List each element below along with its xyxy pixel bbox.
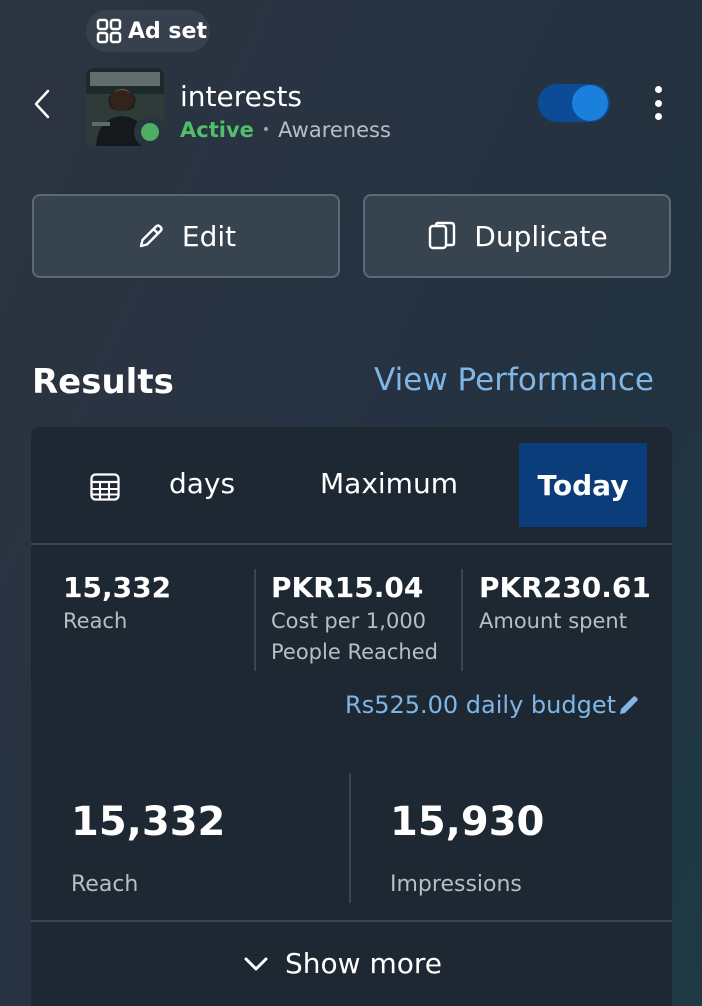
highlight-label: Impressions: [390, 872, 522, 897]
show-more-label: Show more: [285, 947, 442, 980]
metric-label-line1: Cost per 1,000: [271, 609, 427, 633]
toggle-knob: [572, 85, 608, 121]
duplicate-label: Duplicate: [474, 219, 608, 253]
duplicate-button[interactable]: Duplicate: [363, 194, 671, 278]
tab-today[interactable]: Today: [519, 443, 647, 527]
entity-type-pill: Ad set: [86, 10, 210, 52]
metric-divider: [461, 569, 463, 671]
metric-reach: 15,332 Reach: [63, 571, 171, 637]
metric-amount-spent: PKR230.61 Amount spent: [479, 571, 651, 637]
section-divider: [31, 920, 672, 922]
metric-value: 15,332: [63, 571, 172, 604]
ad-set-name: interests: [180, 80, 303, 113]
metric-divider: [254, 569, 256, 671]
separator-dot: •: [261, 122, 271, 138]
results-title: Results: [32, 362, 174, 402]
tab-today-label: Today: [537, 468, 629, 502]
back-button[interactable]: [28, 84, 56, 124]
edit-label: Edit: [181, 219, 237, 253]
ad-set-toggle[interactable]: [538, 84, 610, 122]
highlight-reach: 15,332 Reach: [71, 799, 225, 900]
chevron-left-icon: [34, 89, 50, 119]
metric-label: Amount spent: [479, 609, 627, 633]
status-text: Active: [180, 118, 254, 142]
highlight-impressions: 15,930 Impressions: [390, 799, 544, 900]
pencil-icon: [620, 696, 638, 714]
metric-label: Reach: [63, 609, 128, 633]
results-card: days Maximum Today 15,332 Reach PKR15.04…: [31, 427, 672, 1006]
tab-maximum[interactable]: Maximum: [320, 467, 458, 500]
metric-value: PKR15.04: [271, 571, 424, 604]
more-options-button[interactable]: [648, 84, 668, 122]
view-performance-link[interactable]: View Performance: [374, 362, 654, 398]
metric-label-line2: People Reached: [271, 640, 438, 664]
metric-value: PKR230.61: [479, 571, 651, 604]
calendar-icon[interactable]: [89, 471, 121, 503]
ad-set-status-line: Active • Awareness: [180, 118, 391, 142]
daily-budget-label: Rs525.00 daily budget: [345, 691, 616, 719]
show-more-button[interactable]: Show more: [243, 947, 442, 980]
duplicate-icon: [429, 221, 456, 250]
status-indicator: [134, 116, 166, 148]
edit-button[interactable]: Edit: [32, 194, 340, 278]
daily-budget-link[interactable]: Rs525.00 daily budget: [345, 691, 640, 719]
tab-days[interactable]: days: [169, 467, 235, 500]
more-vertical-icon: [654, 86, 662, 93]
highlight-value: 15,930: [390, 799, 545, 845]
date-range-tabs: days Maximum Today: [31, 427, 672, 545]
highlight-label: Reach: [71, 872, 139, 897]
grid-icon: [96, 18, 122, 44]
highlight-value: 15,332: [71, 799, 226, 845]
entity-type-label: Ad set: [128, 18, 207, 44]
metric-cost-per-1000: PKR15.04 Cost per 1,000 People Reached: [271, 571, 438, 668]
chevron-down-icon: [244, 957, 268, 970]
highlight-divider: [349, 773, 351, 903]
pencil-icon: [139, 224, 163, 248]
objective-text: Awareness: [278, 118, 391, 142]
